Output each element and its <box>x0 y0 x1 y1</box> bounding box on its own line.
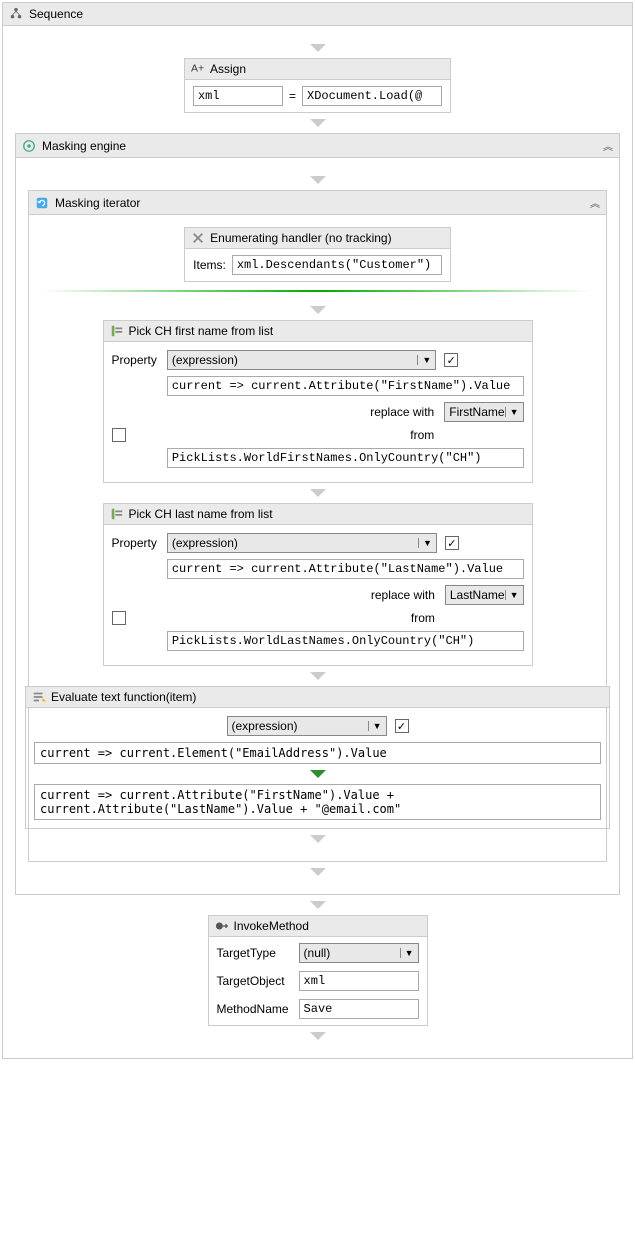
flow-arrow-icon <box>310 44 326 52</box>
pick1-title: Pick CH first name from list <box>129 324 274 338</box>
items-input[interactable]: xml.Descendants("Customer") <box>232 255 442 275</box>
property-checkbox[interactable]: ✓ <box>444 353 458 367</box>
pick-icon <box>110 324 124 338</box>
flow-arrow-icon <box>310 119 326 127</box>
collapse-icon[interactable]: ︽ <box>590 195 600 210</box>
flow-arrow-icon <box>310 1032 326 1040</box>
eval-expr1-input[interactable]: current => current.Element("EmailAddress… <box>34 742 601 764</box>
masking-iterator-title: Masking iterator <box>55 196 140 210</box>
property-label: Property <box>112 353 159 367</box>
chevron-down-icon: ▼ <box>505 407 519 417</box>
property-expr-input[interactable]: current => current.Attribute("LastName")… <box>167 559 524 579</box>
property-combo[interactable]: (expression)▼ <box>167 350 436 370</box>
enum-handler-title: Enumerating handler (no tracking) <box>210 231 391 245</box>
handler-icon <box>191 231 205 245</box>
masking-iterator-header[interactable]: Masking iterator ︽ <box>29 191 606 215</box>
enum-handler-header: Enumerating handler (no tracking) <box>185 228 450 249</box>
eval-checkbox[interactable]: ✓ <box>395 719 409 733</box>
pick1-header: Pick CH first name from list <box>104 321 532 342</box>
method-name-input[interactable]: Save <box>299 999 419 1019</box>
replace-combo[interactable]: LastName▼ <box>445 585 524 605</box>
invoke-header: InvokeMethod <box>209 916 427 937</box>
eval-header: Evaluate text function(item) <box>26 687 609 708</box>
flow-arrow-icon <box>310 306 326 314</box>
pick2-header: Pick CH last name from list <box>104 504 532 525</box>
replace-checkbox[interactable] <box>112 611 126 625</box>
replace-checkbox[interactable] <box>112 428 126 442</box>
pick-lastname-activity[interactable]: Pick CH last name from list Property (ex… <box>103 503 533 666</box>
masking-engine-panel: Masking engine ︽ Masking iterator ︽ <box>15 133 620 895</box>
chevron-down-icon: ▼ <box>505 590 519 600</box>
flow-arrow-green-icon <box>310 770 326 778</box>
assign-activity[interactable]: A+B Assign xml = XDocument.Load(@ <box>184 58 451 113</box>
flow-arrow-icon <box>310 489 326 497</box>
property-expr-input[interactable]: current => current.Attribute("FirstName"… <box>167 376 524 396</box>
flow-arrow-icon <box>310 672 326 680</box>
from-input[interactable]: PickLists.WorldLastNames.OnlyCountry("CH… <box>167 631 524 651</box>
invoke-icon <box>215 919 229 933</box>
masking-iterator-panel: Masking iterator ︽ Enumerating handler (… <box>28 190 607 862</box>
property-checkbox[interactable]: ✓ <box>445 536 459 550</box>
separator <box>41 290 594 292</box>
method-name-label: MethodName <box>217 1002 289 1016</box>
property-label: Property <box>112 536 159 550</box>
invoke-method-activity[interactable]: InvokeMethod TargetType (null)▼ TargetOb… <box>208 915 428 1026</box>
sequence-title: Sequence <box>29 7 83 21</box>
property-combo[interactable]: (expression)▼ <box>167 533 437 553</box>
target-type-label: TargetType <box>217 946 289 960</box>
pick-firstname-activity[interactable]: Pick CH first name from list Property (e… <box>103 320 533 483</box>
eval-title: Evaluate text function(item) <box>51 690 196 704</box>
pick2-title: Pick CH last name from list <box>129 507 273 521</box>
flow-arrow-icon <box>310 901 326 909</box>
iterator-icon <box>35 196 49 210</box>
eval-combo[interactable]: (expression)▼ <box>227 716 387 736</box>
masking-engine-icon <box>22 139 36 153</box>
from-label: from <box>167 428 436 442</box>
replace-label: replace with <box>167 588 437 602</box>
sequence-icon <box>9 7 23 21</box>
from-label: from <box>167 611 437 625</box>
chevron-down-icon: ▼ <box>418 538 432 548</box>
flow-arrow-icon <box>310 835 326 843</box>
assign-title: Assign <box>210 62 246 76</box>
assign-right-input[interactable]: XDocument.Load(@ <box>302 86 442 106</box>
eval-expr2-input[interactable]: current => current.Attribute("FirstName"… <box>34 784 601 820</box>
eval-icon <box>32 690 46 704</box>
pick-icon <box>110 507 124 521</box>
flow-arrow-icon <box>310 176 326 184</box>
sequence-header[interactable]: Sequence <box>3 3 632 26</box>
from-input[interactable]: PickLists.WorldFirstNames.OnlyCountry("C… <box>167 448 524 468</box>
chevron-down-icon: ▼ <box>368 721 382 731</box>
masking-engine-title: Masking engine <box>42 139 126 153</box>
invoke-title: InvokeMethod <box>234 919 309 933</box>
masking-engine-header[interactable]: Masking engine ︽ <box>16 134 619 158</box>
assign-icon: A+B <box>191 62 205 76</box>
items-label: Items: <box>193 258 226 272</box>
collapse-icon[interactable]: ︽ <box>603 138 613 153</box>
assign-equals: = <box>289 89 296 103</box>
evaluate-text-activity[interactable]: Evaluate text function(item) (expression… <box>25 686 610 829</box>
sequence-panel: Sequence A+B Assign xml = XDocument.Load… <box>2 2 633 1059</box>
target-type-combo[interactable]: (null)▼ <box>299 943 419 963</box>
assign-left-input[interactable]: xml <box>193 86 283 106</box>
assign-header: A+B Assign <box>185 59 450 80</box>
flow-arrow-icon <box>310 868 326 876</box>
enumerating-handler-box[interactable]: Enumerating handler (no tracking) Items:… <box>184 227 451 282</box>
target-object-input[interactable]: xml <box>299 971 419 991</box>
replace-combo[interactable]: FirstName▼ <box>444 402 523 422</box>
svg-text:A+B: A+B <box>191 63 205 75</box>
chevron-down-icon: ▼ <box>400 948 414 958</box>
chevron-down-icon: ▼ <box>417 355 431 365</box>
replace-label: replace with <box>167 405 436 419</box>
target-object-label: TargetObject <box>217 974 289 988</box>
